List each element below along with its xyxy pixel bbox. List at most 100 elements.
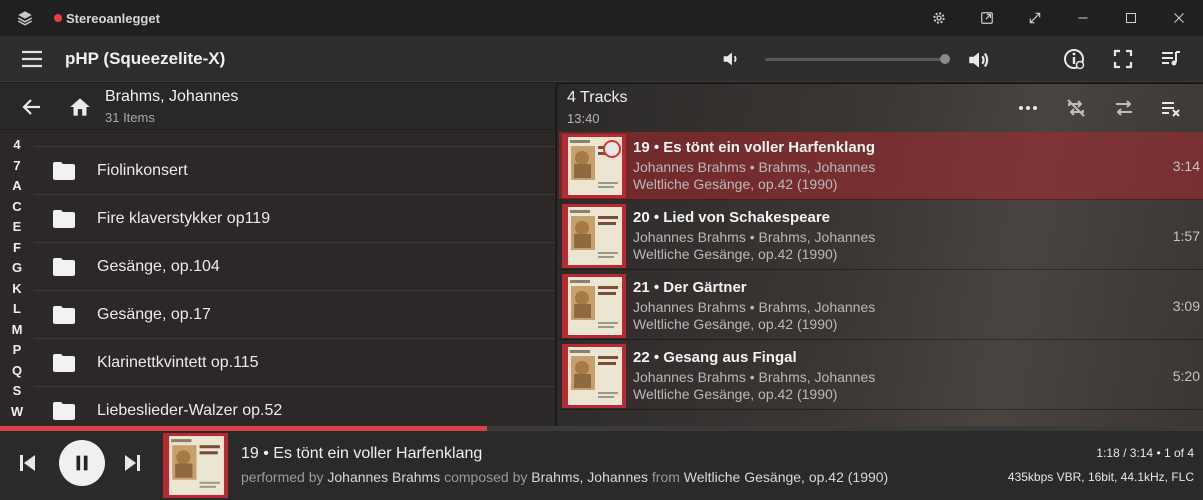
previous-track-icon[interactable]: [15, 451, 39, 475]
jumplist-letter[interactable]: Q: [0, 363, 34, 378]
repeat-off-icon[interactable]: [1064, 96, 1088, 120]
folder-icon: [53, 162, 75, 180]
jumplist-letter[interactable]: C: [0, 199, 34, 214]
expand-button[interactable]: [1011, 0, 1059, 36]
play-queue: 4 Tracks 13:40 19 • Es tönt ein voller H…: [556, 83, 1203, 426]
list-item[interactable]: Klarinettkvintett op.115: [34, 338, 555, 386]
audio-format: 435kbps VBR, 16bit, 44.1kHz, FLC: [1007, 470, 1194, 484]
folder-icon: [53, 306, 75, 324]
window-title: Stereoanlegget: [66, 10, 160, 26]
player-name[interactable]: pHP (Squeezelite-X): [65, 49, 225, 69]
queue-track-row[interactable]: 21 • Der Gärtner Johannes Brahms • Brahm…: [559, 272, 1203, 340]
jumplist-letter[interactable]: E: [0, 219, 34, 234]
track-title: 20 • Lied von Schakespeare: [633, 209, 831, 226]
list-item[interactable]: Gesänge, op.17: [34, 290, 555, 338]
pause-icon: [76, 455, 88, 471]
pause-button[interactable]: [59, 440, 105, 486]
track-artist: Johannes Brahms • Brahms, Johannes: [633, 159, 876, 175]
maximize-icon: [1126, 13, 1136, 23]
menu-icon[interactable]: [20, 49, 44, 69]
app-logo-icon: [17, 11, 33, 26]
track-artist: Johannes Brahms • Brahms, Johannes: [633, 299, 876, 315]
track-duration: 5:20: [1172, 368, 1200, 384]
jumplist-letter[interactable]: G: [0, 260, 34, 275]
performed-by-label: performed by: [241, 469, 324, 485]
folder-icon: [53, 354, 75, 372]
queue-title: 4 Tracks: [567, 89, 628, 106]
folder-icon: [53, 402, 75, 420]
shuffle-icon[interactable]: [1112, 96, 1136, 120]
settings-button[interactable]: [915, 0, 963, 36]
jumplist-letter[interactable]: M: [0, 322, 34, 337]
track-artist: Johannes Brahms • Brahms, Johannes: [633, 369, 876, 385]
window-title-bar: Stereoanlegget: [0, 0, 1203, 36]
track-duration: 1:57: [1172, 228, 1200, 244]
volume-slider-thumb[interactable]: [940, 54, 950, 64]
browse-header: Brahms, Johannes 31 Items: [0, 83, 555, 129]
maximize-button[interactable]: [1107, 0, 1155, 36]
jumplist-letter[interactable]: P: [0, 342, 34, 357]
now-playing-title: 19 • Es tönt ein voller Harfenklang: [241, 445, 483, 462]
volume-low-icon[interactable]: [720, 48, 742, 70]
album-art: [562, 204, 626, 268]
jumplist-letter[interactable]: F: [0, 240, 34, 255]
browse-list: 4 7 A C E F G K L M P Q S W Fiolinkonser…: [0, 130, 555, 426]
close-button[interactable]: [1155, 0, 1203, 36]
composer-link[interactable]: Brahms, Johannes: [531, 469, 648, 485]
gear-icon: [933, 12, 945, 24]
open-external-icon: [981, 12, 993, 24]
next-track-icon[interactable]: [121, 451, 145, 475]
folder-icon: [53, 258, 75, 276]
list-item[interactable]: Liebeslieder-Walzer op.52: [34, 386, 555, 426]
list-item[interactable]: Fiolinkonsert: [34, 146, 555, 194]
browse-item-count: 31 Items: [105, 110, 155, 125]
track-album: Weltliche Gesänge, op.42 (1990): [633, 316, 838, 332]
queue-track-row[interactable]: 22 • Gesang aus Fingal Johannes Brahms •…: [559, 342, 1203, 410]
jumplist-letter[interactable]: W: [0, 404, 34, 419]
list-item[interactable]: Fire klaverstykker op119: [34, 194, 555, 242]
album-link[interactable]: Weltliche Gesänge, op.42 (1990): [684, 469, 888, 485]
track-album: Weltliche Gesänge, op.42 (1990): [633, 246, 838, 262]
browse-title: Brahms, Johannes: [105, 88, 239, 105]
jumplist-letter[interactable]: L: [0, 301, 34, 316]
jumplist-letter[interactable]: 4: [0, 137, 34, 152]
list-item-label: Fiolinkonsert: [97, 162, 188, 179]
jumplist-letter[interactable]: A: [0, 178, 34, 193]
info-icon[interactable]: [1062, 47, 1086, 71]
queue-music-icon[interactable]: [1159, 47, 1183, 71]
from-label: from: [651, 469, 680, 485]
jumplist-letter[interactable]: K: [0, 281, 34, 296]
volume-high-icon[interactable]: [966, 47, 992, 73]
queue-header: 4 Tracks 13:40: [557, 84, 1203, 130]
back-arrow-icon[interactable]: [20, 95, 44, 119]
track-artist: Johannes Brahms • Brahms, Johannes: [633, 229, 876, 245]
now-playing-album-art[interactable]: [163, 433, 228, 498]
queue-track-row[interactable]: 19 • Es tönt ein voller Harfenklang Joha…: [559, 132, 1203, 200]
now-playing-icon: [603, 140, 621, 158]
home-icon[interactable]: [67, 94, 93, 120]
more-icon[interactable]: [1016, 96, 1040, 120]
jumplist-letter[interactable]: 7: [0, 158, 34, 173]
list-item-label: Gesänge, op.104: [97, 258, 220, 275]
volume-slider[interactable]: [765, 58, 945, 61]
track-title: 19 • Es tönt ein voller Harfenklang: [633, 139, 875, 156]
minimize-button[interactable]: [1059, 0, 1107, 36]
track-title: 22 • Gesang aus Fingal: [633, 349, 797, 366]
player-toolbar: pHP (Squeezelite-X): [0, 36, 1203, 82]
queue-duration: 13:40: [567, 111, 600, 126]
track-album: Weltliche Gesänge, op.42 (1990): [633, 176, 838, 192]
clear-queue-icon[interactable]: [1159, 96, 1183, 120]
status-dot: [54, 14, 62, 22]
track-duration: 3:09: [1172, 298, 1200, 314]
list-item[interactable]: Gesänge, op.104: [34, 242, 555, 290]
album-art: [562, 344, 626, 408]
fullscreen-icon[interactable]: [1111, 47, 1135, 71]
open-external-button[interactable]: [963, 0, 1011, 36]
queue-track-row[interactable]: 20 • Lied von Schakespeare Johannes Brah…: [559, 202, 1203, 270]
jumplist-letter[interactable]: S: [0, 383, 34, 398]
list-item-label: Fire klaverstykker op119: [97, 210, 271, 227]
playback-position: 1:18 / 3:14 • 1 of 4: [1096, 446, 1194, 460]
performer-link[interactable]: Johannes Brahms: [327, 469, 440, 485]
now-playing-details: performed by Johannes Brahms composed by…: [241, 469, 888, 485]
track-duration: 3:14: [1172, 158, 1200, 174]
